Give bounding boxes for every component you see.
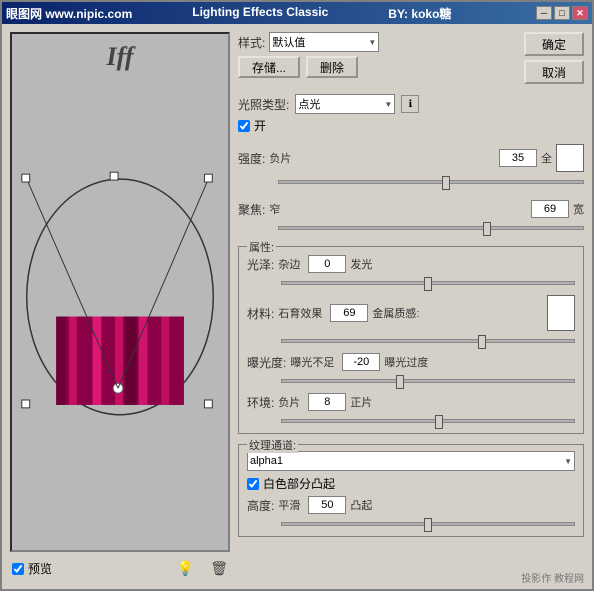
maximize-button[interactable]: □ <box>554 6 570 20</box>
delete-button[interactable]: 删除 <box>306 56 358 78</box>
texture-channel-arrow: ▼ <box>564 457 572 466</box>
right-panel: 样式: 默认值 ▼ 存储... 删除 确定 取消 <box>238 32 584 581</box>
height-input[interactable] <box>308 496 346 514</box>
light-type-arrow: ▼ <box>384 100 392 109</box>
gloss-left: 杂边 <box>278 256 300 272</box>
light-type-section: 光照类型: 点光 ▼ ℹ 开 <box>238 94 584 134</box>
ok-cancel-buttons: 确定 取消 <box>524 32 584 84</box>
focus-right: 宽 <box>573 201 584 217</box>
light-icon[interactable]: 💡 <box>177 560 194 577</box>
preview-svg <box>12 34 228 550</box>
height-label: 高度: <box>247 497 274 514</box>
exposure-slider[interactable] <box>281 373 575 389</box>
preview-bottom: 预览 💡 🗑 <box>10 556 230 581</box>
intensity-left: 负片 <box>269 150 495 166</box>
open-checkbox-row: 开 <box>238 117 584 134</box>
main-window: 眼图网 www.nipic.com Lighting Effects Class… <box>0 0 594 591</box>
focus-label: 聚焦: <box>238 201 265 218</box>
env-left: 负片 <box>278 394 300 410</box>
white-checkbox[interactable] <box>247 478 259 490</box>
texture-group: 纹理通道: alpha1 ▼ 白色部分凸起 高度: 平滑 <box>238 444 584 537</box>
material-input[interactable] <box>330 304 368 322</box>
material-label: 材料: <box>247 305 274 322</box>
minimize-button[interactable]: ─ <box>536 6 552 20</box>
save-button[interactable]: 存储... <box>238 56 300 78</box>
title-left: 眼图网 www.nipic.com <box>6 5 132 22</box>
window-controls: ─ □ ✕ <box>536 6 588 20</box>
height-right: 凸起 <box>350 497 575 513</box>
style-row: 样式: 默认值 ▼ <box>238 32 518 52</box>
intensity-section: 强度: 负片 35 全 <box>238 144 584 190</box>
height-left: 平滑 <box>278 497 300 513</box>
title-main: Lighting Effects Classic <box>192 5 328 22</box>
preview-area: Iff <box>10 32 230 552</box>
intensity-input[interactable]: 35 <box>499 149 537 167</box>
texture-label: 纹理通道: <box>247 437 298 453</box>
style-section: 样式: 默认值 ▼ 存储... 删除 <box>238 32 518 78</box>
light-info-button[interactable]: ℹ <box>401 95 419 113</box>
intensity-slider[interactable] <box>278 174 584 190</box>
environment-label: 环境: <box>247 394 274 411</box>
store-row: 存储... 删除 <box>238 56 518 78</box>
exposure-input[interactable] <box>342 353 380 371</box>
style-select-arrow: ▼ <box>368 38 376 47</box>
iff-label: Iff <box>107 42 134 72</box>
intensity-right: 全 <box>541 150 552 166</box>
close-button[interactable]: ✕ <box>572 6 588 20</box>
style-select[interactable]: 默认值 ▼ <box>269 32 379 52</box>
env-right: 正片 <box>350 394 575 410</box>
light-type-label: 光照类型: <box>238 96 289 113</box>
preview-checkbox-row: 预览 <box>12 560 52 577</box>
dialog-content: Iff <box>2 24 592 589</box>
preview-icons: 💡 🗑 <box>177 560 228 577</box>
intensity-label: 强度: <box>238 150 265 167</box>
attributes-label: 属性: <box>247 239 276 255</box>
intensity-color-swatch[interactable] <box>556 144 584 172</box>
preview-checkbox[interactable] <box>12 563 24 575</box>
style-label: 样式: <box>238 34 265 51</box>
material-left: 石育效果 <box>278 305 322 321</box>
exposure-left: 曝光不足 <box>290 354 334 370</box>
exposure-right: 曝光过度 <box>384 354 575 370</box>
gloss-slider[interactable] <box>281 275 575 291</box>
material-color-swatch[interactable] <box>547 295 575 331</box>
left-panel: Iff <box>10 32 230 581</box>
white-checkbox-row: 白色部分凸起 <box>247 475 575 492</box>
height-slider[interactable] <box>281 516 575 532</box>
material-slider[interactable] <box>281 333 575 349</box>
trash-icon[interactable]: 🗑 <box>210 560 228 577</box>
open-label: 开 <box>254 117 266 134</box>
gloss-right: 发光 <box>350 256 575 272</box>
attributes-group: 属性: 光泽: 杂边 发光 材料: 石育效果 金属质感: <box>238 246 584 434</box>
exposure-label: 曝光度: <box>247 354 286 371</box>
focus-slider[interactable] <box>278 220 584 236</box>
material-right: 金属质感: <box>372 305 543 321</box>
title-right: BY: koko糖 <box>388 5 451 22</box>
gloss-input[interactable] <box>308 255 346 273</box>
focus-input[interactable]: 69 <box>531 200 569 218</box>
bottom-watermark: 投影作 教程网 <box>521 570 584 585</box>
title-bar: 眼图网 www.nipic.com Lighting Effects Class… <box>2 2 592 24</box>
preview-label: 预览 <box>28 560 52 577</box>
texture-channel-select[interactable]: alpha1 ▼ <box>247 451 575 471</box>
white-label: 白色部分凸起 <box>263 475 335 492</box>
focus-section: 聚焦: 窄 69 宽 <box>238 200 584 236</box>
cancel-button[interactable]: 取消 <box>524 60 584 84</box>
open-checkbox[interactable] <box>238 120 250 132</box>
environment-slider[interactable] <box>281 413 575 429</box>
focus-left: 窄 <box>269 201 527 217</box>
light-type-select[interactable]: 点光 ▼ <box>295 94 395 114</box>
environment-input[interactable] <box>308 393 346 411</box>
gloss-label: 光泽: <box>247 256 274 273</box>
ok-button[interactable]: 确定 <box>524 32 584 56</box>
light-type-row: 光照类型: 点光 ▼ ℹ <box>238 94 584 114</box>
